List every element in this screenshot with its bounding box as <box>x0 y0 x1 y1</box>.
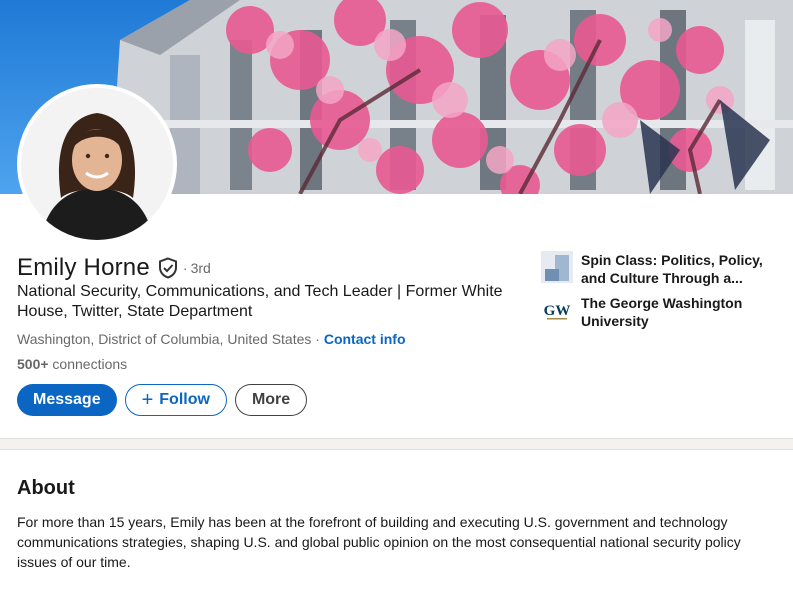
connections-number: 500+ <box>17 356 49 372</box>
company-logo-icon <box>541 251 573 283</box>
location-row: Washington, District of Columbia, United… <box>17 330 406 348</box>
current-company-link[interactable]: Spin Class: Politics, Policy, and Cultur… <box>541 251 781 287</box>
about-text: For more than 15 years, Emily has been a… <box>17 514 741 570</box>
follow-label: Follow <box>159 391 210 408</box>
degree-label: 3rd <box>190 260 211 276</box>
profile-photo[interactable] <box>17 84 177 244</box>
education-label: The George Washington University <box>581 295 743 329</box>
profile-card: Emily Horne · 3rd National Security, Comm… <box>0 0 793 439</box>
location-separator: · <box>311 331 324 347</box>
follow-button[interactable]: + Follow <box>124 384 227 416</box>
connections-count[interactable]: 500+ connections <box>17 356 127 372</box>
current-company-label: Spin Class: Politics, Policy, and Cultur… <box>581 252 763 286</box>
contact-info-link[interactable]: Contact info <box>324 331 406 347</box>
about-heading: About <box>17 477 75 499</box>
svg-text:GW: GW <box>544 303 571 319</box>
verified-shield-icon[interactable] <box>158 257 178 279</box>
profile-headline: National Security, Communications, and T… <box>17 283 503 320</box>
connections-label: connections <box>48 356 128 372</box>
education-link[interactable]: GW The George Washington University <box>541 294 781 330</box>
connection-degree: · 3rd <box>183 260 211 276</box>
profile-actions: Message + Follow More <box>17 384 308 416</box>
degree-separator: · <box>182 260 188 276</box>
profile-location: Washington, District of Columbia, United… <box>17 331 312 347</box>
profile-name: Emily Horne <box>17 254 150 281</box>
message-button[interactable]: Message <box>17 384 117 416</box>
gw-logo-icon: GW <box>541 294 573 326</box>
plus-icon: + <box>141 389 154 411</box>
more-button[interactable]: More <box>234 384 308 416</box>
about-section: About For more than 15 years, Emily has … <box>0 449 793 589</box>
